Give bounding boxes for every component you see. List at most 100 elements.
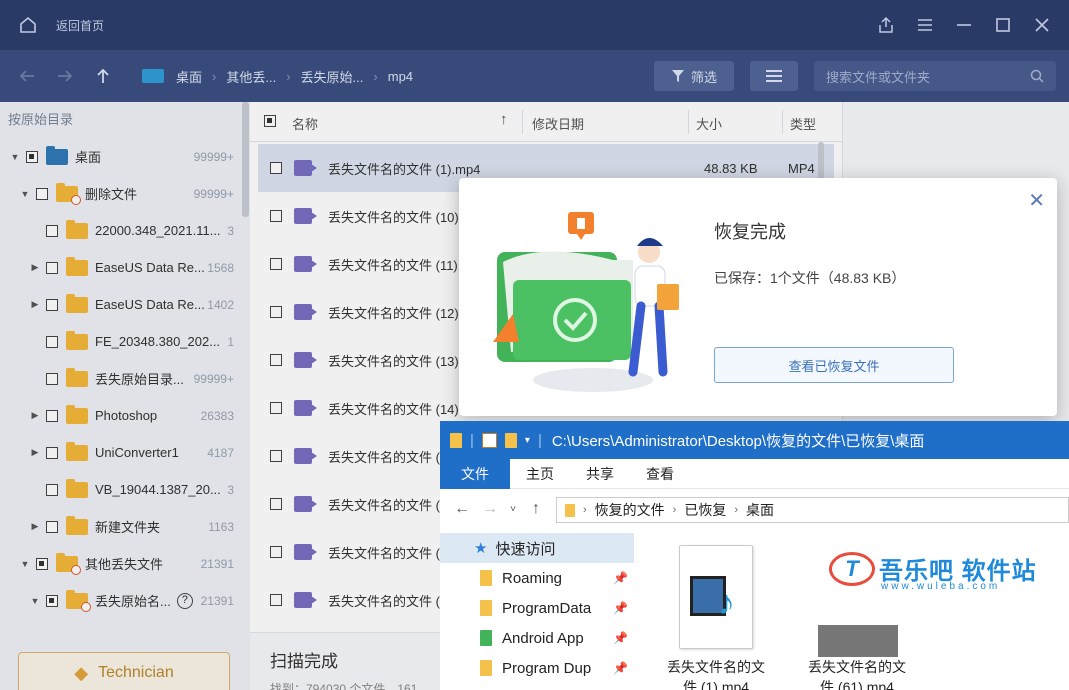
breadcrumb-item[interactable]: 丢失原始... xyxy=(301,67,364,86)
checkbox[interactable] xyxy=(26,150,38,163)
properties-icon[interactable] xyxy=(481,433,497,448)
tree-item[interactable]: ▼ 删除文件 99999+ xyxy=(0,175,250,212)
video-file-icon[interactable]: ♪ xyxy=(679,545,753,649)
tree-item[interactable]: ▶ Photoshop 26383 xyxy=(0,397,250,434)
tab-home[interactable]: 主页 xyxy=(510,459,570,489)
checkbox[interactable] xyxy=(270,210,282,222)
breadcrumb-item[interactable]: mp4 xyxy=(388,69,413,84)
checkbox[interactable] xyxy=(36,557,48,570)
checkbox[interactable] xyxy=(36,187,48,200)
maximize-button[interactable] xyxy=(983,0,1022,50)
checkbox[interactable] xyxy=(46,446,58,459)
pin-icon[interactable]: 📌 xyxy=(613,631,628,645)
checkbox[interactable] xyxy=(270,162,282,174)
tree-item[interactable]: ▼ 其他丢失文件 21391 xyxy=(0,545,250,582)
checkbox[interactable] xyxy=(270,594,282,606)
nav-item[interactable]: Program Dup 📌 xyxy=(440,653,634,683)
pin-icon[interactable]: 📌 xyxy=(613,571,628,585)
expand-toggle-icon[interactable]: ▶ xyxy=(30,447,40,458)
nav-item[interactable]: Android App 📌 xyxy=(440,623,634,653)
checkbox[interactable] xyxy=(270,546,282,558)
address-segment[interactable]: 已恢复 xyxy=(684,500,726,520)
tree-item[interactable]: ▶ EaseUS Data Re... 1402 xyxy=(0,286,250,323)
pin-icon[interactable]: 📌 xyxy=(613,661,628,675)
tree-item[interactable]: VB_19044.1387_20... 3 xyxy=(0,471,250,508)
close-button[interactable] xyxy=(1022,0,1061,50)
address-segment[interactable]: 恢复的文件 xyxy=(595,500,665,520)
pin-icon[interactable]: 📌 xyxy=(613,601,628,615)
technician-button[interactable]: ◆ Technician xyxy=(18,652,230,690)
dialog-close-icon[interactable]: ✕ xyxy=(1028,188,1045,213)
menu-button[interactable] xyxy=(905,0,944,50)
tree-item[interactable]: ▶ EaseUS Data Re... 1568 xyxy=(0,249,250,286)
home-button[interactable] xyxy=(0,16,56,34)
breadcrumb-item[interactable]: 桌面 xyxy=(176,67,202,86)
checkbox[interactable] xyxy=(270,498,282,510)
checkbox[interactable] xyxy=(270,354,282,366)
chevron-down-icon[interactable]: ˅ xyxy=(506,504,520,515)
help-icon[interactable]: ? xyxy=(176,592,193,609)
column-size[interactable]: 大小 xyxy=(696,114,722,133)
share-button[interactable] xyxy=(866,0,905,50)
minimize-button[interactable] xyxy=(944,0,983,50)
expand-toggle-icon[interactable]: ▼ xyxy=(30,596,40,606)
column-type[interactable]: 类型 xyxy=(790,114,816,133)
sort-arrow-up-icon[interactable]: ↑ xyxy=(500,111,508,128)
address-bar[interactable]: › 恢复的文件 › 已恢复 › 桌面 xyxy=(556,497,1069,523)
filter-button[interactable]: 筛选 xyxy=(654,61,734,91)
tree-item[interactable]: 丢失原始目录... 99999+ xyxy=(0,360,250,397)
tree-item[interactable]: ▶ 新建文件夹 1163 xyxy=(0,508,250,545)
nav-quick-access[interactable]: ★ 快速访问 xyxy=(440,533,634,563)
arrow-right-icon[interactable]: → xyxy=(478,500,502,518)
checkbox[interactable] xyxy=(46,372,58,385)
search-input[interactable]: 搜索文件或文件夹 xyxy=(814,61,1056,91)
expand-toggle-icon[interactable]: ▶ xyxy=(30,299,40,310)
tree-item[interactable]: ▼ 丢失原始名... ? 21391 xyxy=(0,582,250,619)
sidebar-scrollbar[interactable] xyxy=(242,102,249,217)
column-date[interactable]: 修改日期 xyxy=(532,114,584,133)
view-mode-button[interactable] xyxy=(750,61,798,91)
file-caption[interactable]: 丢失文件名的文 件 (61).mp4 xyxy=(792,657,922,690)
expand-toggle-icon[interactable]: ▶ xyxy=(30,262,40,273)
view-recovered-files-button[interactable]: 查看已恢复文件 xyxy=(714,347,954,383)
file-thumbnail[interactable] xyxy=(818,625,898,657)
expand-toggle-icon[interactable]: ▶ xyxy=(30,410,40,421)
tree-item[interactable]: FE_20348.380_202... 1 xyxy=(0,323,250,360)
breadcrumb-item[interactable]: 其他丢... xyxy=(226,67,276,86)
nav-item[interactable]: ProgramData 📌 xyxy=(440,593,634,623)
file-caption[interactable]: 丢失文件名的文 件 (1).mp4 xyxy=(651,657,781,690)
tree-item[interactable]: ▼ 桌面 99999+ xyxy=(0,138,250,175)
tree-item[interactable]: 22000.348_2021.11... 3 xyxy=(0,212,250,249)
arrow-up-icon[interactable]: ↑ xyxy=(524,500,548,518)
checkbox[interactable] xyxy=(46,335,58,348)
forward-button[interactable] xyxy=(46,50,84,102)
expand-toggle-icon[interactable]: ▼ xyxy=(10,152,20,162)
tab-view[interactable]: 查看 xyxy=(630,459,690,489)
checkbox[interactable] xyxy=(46,224,58,237)
checkbox[interactable] xyxy=(46,483,58,496)
select-all-checkbox[interactable] xyxy=(264,115,276,127)
checkbox[interactable] xyxy=(270,258,282,270)
back-button[interactable] xyxy=(8,50,46,102)
arrow-left-icon[interactable]: ← xyxy=(450,500,474,518)
back-home-link[interactable]: 返回首页 xyxy=(56,17,104,34)
dropdown-icon[interactable]: ▾ xyxy=(525,435,530,446)
checkbox[interactable] xyxy=(270,402,282,414)
checkbox[interactable] xyxy=(46,594,58,607)
checkbox[interactable] xyxy=(46,261,58,274)
column-name[interactable]: 名称 xyxy=(292,114,318,133)
nav-item[interactable]: Roaming 📌 xyxy=(440,563,634,593)
checkbox[interactable] xyxy=(270,306,282,318)
checkbox[interactable] xyxy=(270,450,282,462)
checkbox[interactable] xyxy=(46,409,58,422)
tree-item[interactable]: ▶ UniConverter1 4187 xyxy=(0,434,250,471)
checkbox[interactable] xyxy=(46,520,58,533)
checkbox[interactable] xyxy=(46,298,58,311)
expand-toggle-icon[interactable]: ▼ xyxy=(20,559,30,569)
new-folder-icon[interactable] xyxy=(504,433,517,448)
expand-toggle-icon[interactable]: ▼ xyxy=(20,189,30,199)
expand-toggle-icon[interactable]: ▶ xyxy=(30,521,40,532)
address-segment[interactable]: 桌面 xyxy=(746,500,774,520)
up-button[interactable] xyxy=(84,50,122,102)
tab-file[interactable]: 文件 xyxy=(440,458,510,489)
